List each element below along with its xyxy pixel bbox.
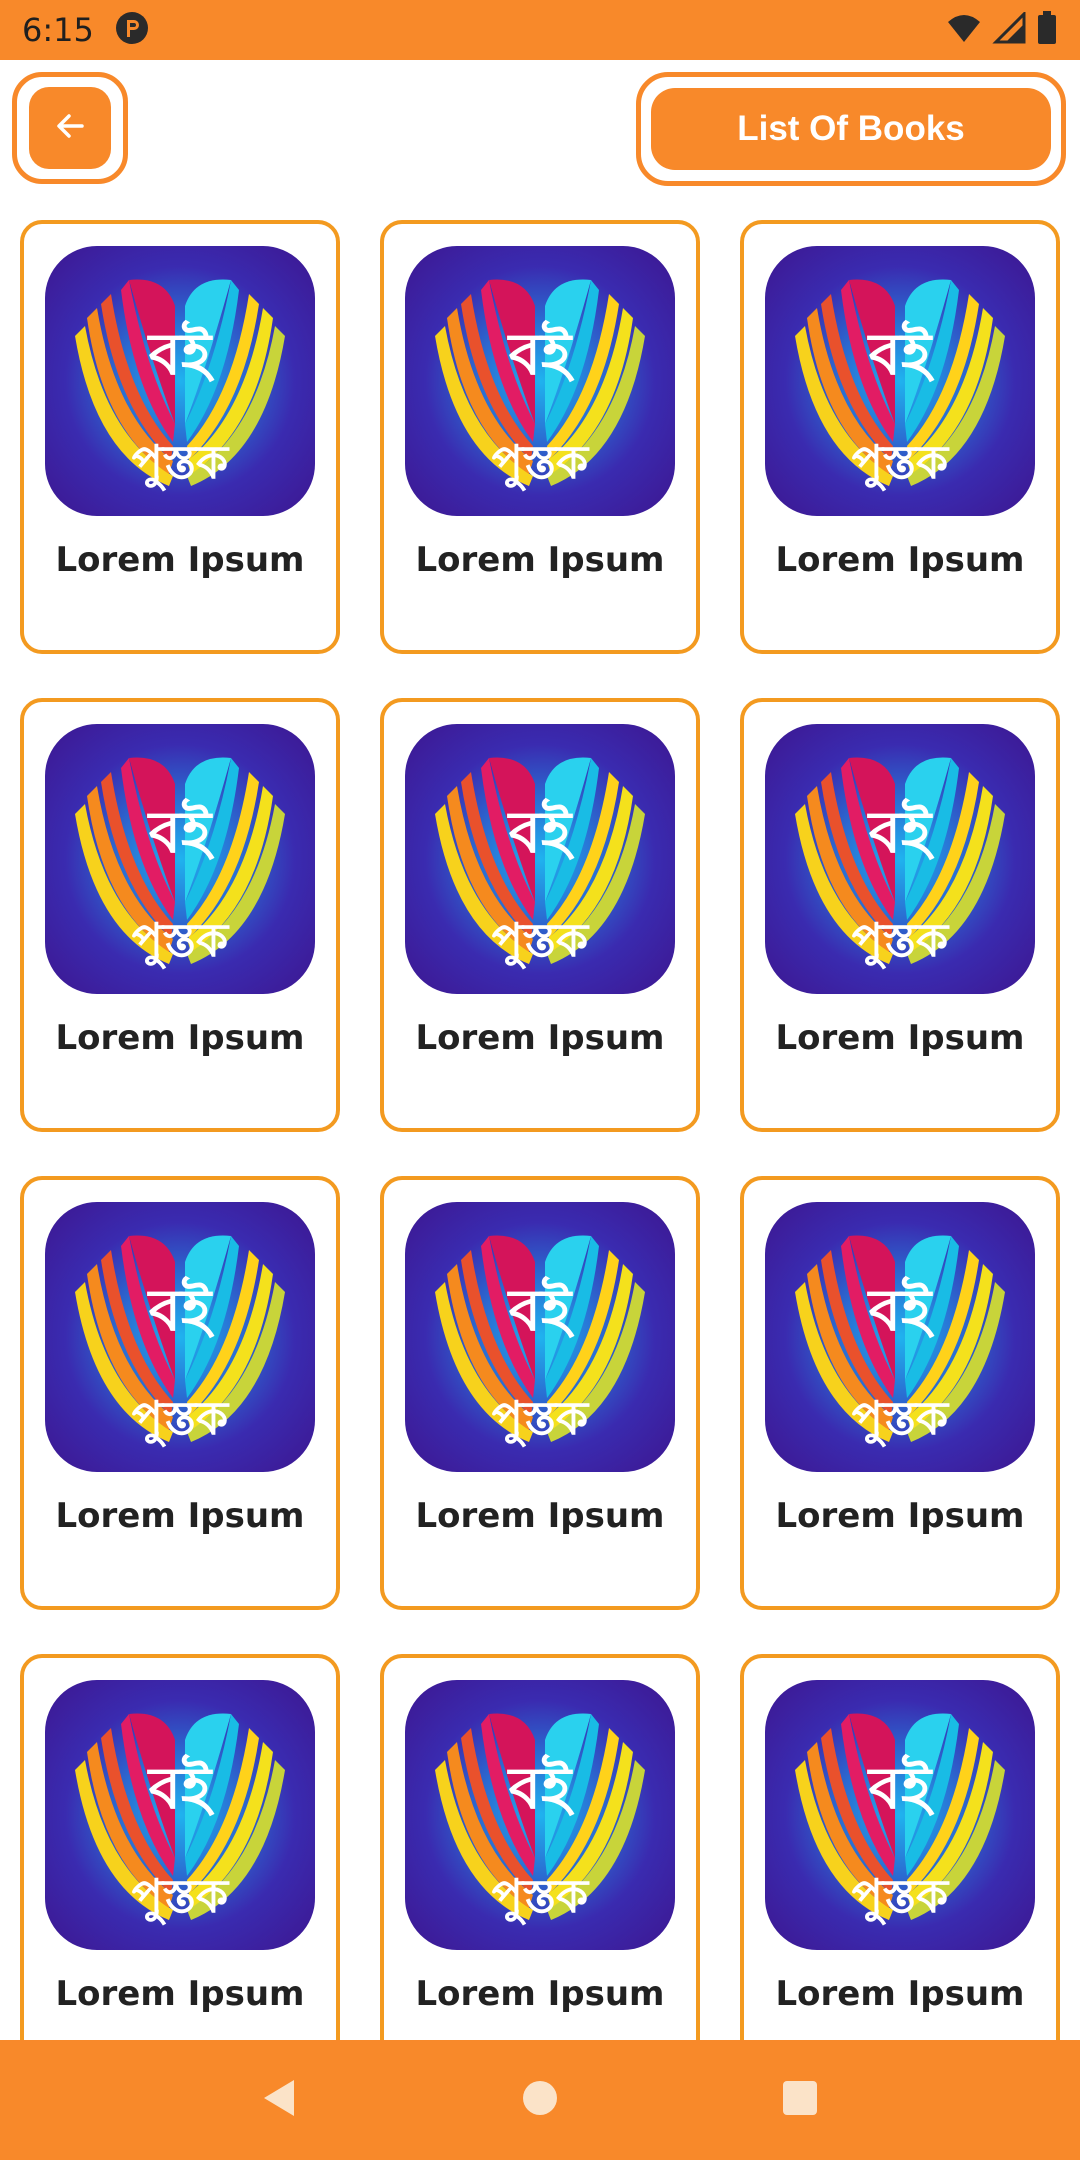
book-logo-text-top: বই (147, 1275, 215, 1344)
book-logo-text-top: বই (867, 797, 935, 866)
book-title: Lorem Ipsum (775, 540, 1025, 580)
book-logo-text-bottom: পুস্তক (852, 1869, 950, 1925)
back-button-inner[interactable] (29, 87, 111, 169)
status-time: 6:15 (22, 11, 94, 49)
app-header: List Of Books (0, 60, 1080, 210)
book-logo-text-top: বই (147, 319, 215, 388)
book-title: Lorem Ipsum (415, 540, 665, 580)
book-title: Lorem Ipsum (775, 1018, 1025, 1058)
book-card[interactable]: বই পুস্তক Lorem Ipsum (740, 698, 1060, 1132)
book-logo-text-bottom: পুস্তক (492, 435, 590, 491)
book-logo-text-bottom: পুস্তক (492, 1391, 590, 1447)
book-title: Lorem Ipsum (55, 1018, 305, 1058)
book-card[interactable]: বই পুস্তক Lorem Ipsum (740, 1654, 1060, 2088)
book-title: Lorem Ipsum (55, 540, 305, 580)
book-title: Lorem Ipsum (775, 1974, 1025, 2014)
book-logo-image: বই পুস্তক (45, 724, 315, 994)
book-card[interactable]: বই পুস্তক Lorem Ipsum (740, 1176, 1060, 1610)
back-button[interactable] (12, 72, 128, 184)
book-logo-text-top: বই (147, 797, 215, 866)
page-title[interactable]: List Of Books (651, 88, 1051, 170)
book-logo-image: বই পুস্তক (405, 724, 675, 994)
book-card[interactable]: বই পুস্তক Lorem Ipsum (740, 220, 1060, 654)
book-title: Lorem Ipsum (415, 1496, 665, 1536)
book-card[interactable]: বই পুস্তক Lorem Ipsum (20, 1176, 340, 1610)
book-logo-image: বই পুস্তক (405, 1680, 675, 1950)
recents-square-icon (780, 2078, 820, 2123)
book-logo-text-top: বই (147, 1753, 215, 1822)
nav-back-button[interactable] (250, 2070, 310, 2130)
book-logo-text-top: বই (507, 319, 575, 388)
book-card[interactable]: বই পুস্তক Lorem Ipsum (380, 1654, 700, 2088)
book-logo-text-bottom: পুস্তক (132, 435, 230, 491)
book-logo-image: বই পুস্তক (45, 1202, 315, 1472)
book-logo-text-bottom: পুস্তক (132, 913, 230, 969)
book-logo-text-top: বই (867, 319, 935, 388)
app-notification-icon (114, 10, 150, 51)
status-bar: 6:15 (0, 0, 1080, 60)
book-logo-text-bottom: পুস্তক (492, 1869, 590, 1925)
book-card[interactable]: বই পুস্তক Lorem Ipsum (20, 220, 340, 654)
book-card[interactable]: বই পুস্তক Lorem Ipsum (20, 1654, 340, 2088)
wifi-icon (946, 12, 982, 49)
nav-recents-button[interactable] (770, 2070, 830, 2130)
book-card[interactable]: বই পুস্তক Lorem Ipsum (380, 220, 700, 654)
battery-icon (1036, 10, 1058, 50)
book-card[interactable]: বই পুস্তক Lorem Ipsum (380, 1176, 700, 1610)
book-title: Lorem Ipsum (415, 1018, 665, 1058)
book-title: Lorem Ipsum (775, 1496, 1025, 1536)
back-triangle-icon (258, 2076, 302, 2125)
book-logo-text-top: বই (507, 797, 575, 866)
book-logo-image: বই পুস্তক (45, 246, 315, 516)
book-logo-image: বই পুস্তক (765, 724, 1035, 994)
book-logo-image: বই পুস্তক (405, 1202, 675, 1472)
book-title: Lorem Ipsum (415, 1974, 665, 2014)
system-nav-bar (0, 2040, 1080, 2160)
signal-icon (992, 9, 1026, 49)
book-card[interactable]: বই পুস্তক Lorem Ipsum (20, 698, 340, 1132)
book-logo-image: বই পুস্তক (45, 1680, 315, 1950)
book-logo-text-top: বই (867, 1275, 935, 1344)
book-card[interactable]: বই পুস্তক Lorem Ipsum (380, 698, 700, 1132)
book-logo-text-bottom: পুস্তক (132, 1391, 230, 1447)
book-logo-text-bottom: পুস্তক (852, 913, 950, 969)
nav-home-button[interactable] (510, 2070, 570, 2130)
book-logo-image: বই পুস্তক (405, 246, 675, 516)
book-logo-text-top: বই (507, 1753, 575, 1822)
book-logo-text-top: বই (507, 1275, 575, 1344)
book-logo-text-bottom: পুস্তক (852, 435, 950, 491)
book-logo-text-bottom: পুস্তক (852, 1391, 950, 1447)
book-title: Lorem Ipsum (55, 1974, 305, 2014)
arrow-left-icon (52, 108, 88, 149)
book-logo-text-bottom: পুস্তক (132, 1869, 230, 1925)
book-logo-image: বই পুস্তক (765, 246, 1035, 516)
book-grid: বই পুস্তক Lorem Ipsum বই পুস্তক Lorem Ip… (20, 220, 1060, 2088)
book-logo-text-top: বই (867, 1753, 935, 1822)
list-of-books-button[interactable]: List Of Books (636, 72, 1066, 186)
book-logo-image: বই পুস্তক (765, 1680, 1035, 1950)
book-title: Lorem Ipsum (55, 1496, 305, 1536)
book-logo-text-bottom: পুস্তক (492, 913, 590, 969)
book-logo-image: বই পুস্তক (765, 1202, 1035, 1472)
home-circle-icon (520, 2078, 560, 2123)
